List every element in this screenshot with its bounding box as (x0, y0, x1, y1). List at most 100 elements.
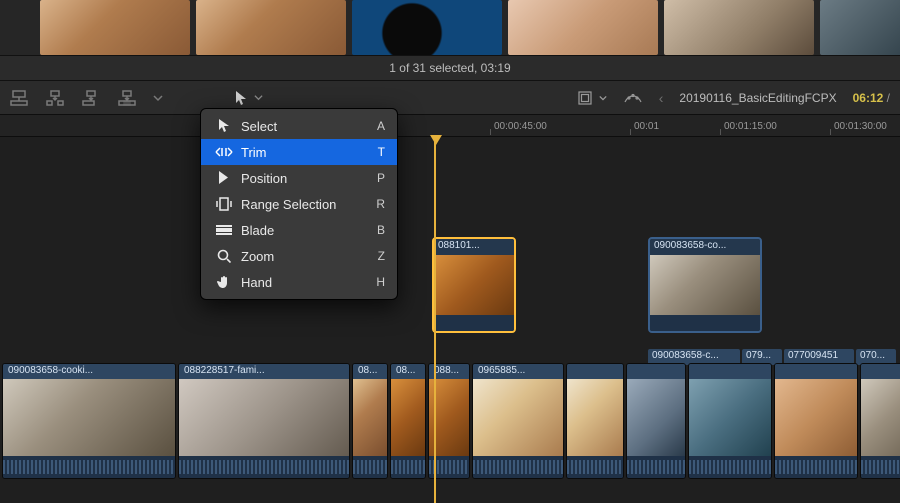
blade-icon (213, 225, 235, 235)
menu-item-shortcut: A (377, 119, 385, 133)
tool-selector-button[interactable] (234, 89, 263, 107)
clip-thumbnail (567, 379, 623, 456)
clip-thumbnail (689, 379, 771, 456)
menu-item-shortcut: R (376, 197, 385, 211)
tool-menu-item-position[interactable]: Position P (201, 165, 397, 191)
insert-clip-icon[interactable] (44, 87, 66, 109)
browser-clip-thumb[interactable] (820, 0, 900, 55)
append-clip-icon[interactable] (80, 87, 102, 109)
connect-clip-icon[interactable] (8, 87, 30, 109)
tool-menu-item-hand[interactable]: Hand H (201, 269, 397, 295)
chevron-down-icon[interactable] (152, 87, 164, 109)
connected-clip[interactable]: 088101... (432, 237, 516, 333)
browser-clip-thumb[interactable] (352, 0, 502, 55)
timeline-toolbar: ‹ 20190116_BasicEditingFCPX 06:12 / (0, 81, 900, 115)
clip-label: 088101... (434, 239, 514, 255)
clip-audio-strip (353, 456, 387, 478)
clip-thumbnail (775, 379, 857, 456)
menu-item-label: Zoom (241, 249, 378, 264)
menu-item-label: Range Selection (241, 197, 376, 212)
menu-item-shortcut: Z (378, 249, 385, 263)
clip-audio-strip (689, 456, 771, 478)
clip-label: 08... (353, 364, 387, 379)
menu-item-label: Select (241, 119, 377, 134)
tool-menu-item-range[interactable]: Range Selection R (201, 191, 397, 217)
storyline-clip[interactable]: 08... (390, 363, 426, 479)
app-root: 1 of 31 selected, 03:19 (0, 0, 900, 503)
tool-menu-item-blade[interactable]: Blade B (201, 217, 397, 243)
storyline-clip[interactable] (626, 363, 686, 479)
storyline-clip[interactable] (860, 363, 900, 479)
storyline-clip[interactable] (688, 363, 772, 479)
cursor-icon (213, 119, 235, 133)
tool-menu-popover: Select A Trim T Position P Range Selecti… (200, 108, 398, 300)
timeline-canvas[interactable]: 088101... 090083658-co... 090083658-c...… (0, 137, 900, 503)
timeline-ruler[interactable]: 00:00:45:00 00:01 00:01:15:00 00:01:30:0… (0, 115, 900, 137)
browser-clip-thumb[interactable] (40, 0, 190, 55)
clip-label (689, 364, 771, 379)
browser-clip-thumb[interactable] (196, 0, 346, 55)
clip-thumbnail (434, 255, 514, 315)
clip-thumbnail (353, 379, 387, 456)
browser-filmstrip[interactable] (0, 0, 900, 55)
range-icon (213, 197, 235, 211)
clip-label (861, 364, 900, 379)
selection-status-bar: 1 of 31 selected, 03:19 (0, 55, 900, 81)
storyline-clip[interactable]: 088228517-fami... (178, 363, 350, 479)
history-back-chevron-icon[interactable]: ‹ (659, 90, 664, 106)
menu-item-shortcut: H (376, 275, 385, 289)
index-button-icon[interactable] (577, 90, 607, 106)
position-icon (213, 171, 235, 185)
clip-thumbnail (429, 379, 469, 456)
browser-clip-thumb[interactable] (508, 0, 658, 55)
clip-audio-strip (775, 456, 857, 478)
connected-clip[interactable]: 090083658-co... (648, 237, 762, 333)
storyline-clip[interactable]: 0965885... (472, 363, 564, 479)
clip-audio-strip (861, 456, 900, 478)
clip-audio-strip (429, 456, 469, 478)
clip-audio-strip (3, 456, 175, 478)
menu-item-shortcut: B (377, 223, 385, 237)
clip-thumbnail (473, 379, 563, 456)
edit-mode-buttons (8, 87, 164, 109)
skimming-icon[interactable] (623, 91, 643, 105)
menu-item-label: Position (241, 171, 377, 186)
menu-item-label: Hand (241, 275, 376, 290)
tool-menu-item-zoom[interactable]: Zoom Z (201, 243, 397, 269)
clip-thumbnail (179, 379, 349, 456)
clip-label: 090083658-co... (650, 239, 760, 255)
storyline-clip[interactable] (774, 363, 858, 479)
toolbar-right-group: ‹ 20190116_BasicEditingFCPX 06:12 / (577, 81, 890, 114)
selection-status-text: 1 of 31 selected, 03:19 (389, 61, 510, 75)
storyline-clip[interactable]: 08... (352, 363, 388, 479)
clip-thumbnail (650, 255, 760, 315)
ruler-tick-label: 00:00:45:00 (494, 121, 547, 132)
menu-item-label: Blade (241, 223, 377, 238)
clip-audio-strip (650, 315, 760, 331)
clip-audio-strip (473, 456, 563, 478)
storyline-clip[interactable]: 090083658-cooki... (2, 363, 176, 479)
ruler-tick-label: 00:01:15:00 (724, 121, 777, 132)
overwrite-clip-icon[interactable] (116, 87, 138, 109)
clip-label: 088... (429, 364, 469, 379)
duration-separator: / (887, 91, 890, 105)
primary-storyline[interactable]: 090083658-cooki... 088228517-fami... 08.… (0, 363, 900, 479)
clip-audio-strip (627, 456, 685, 478)
tool-menu-item-select[interactable]: Select A (201, 113, 397, 139)
browser-clip-thumb[interactable] (664, 0, 814, 55)
zoom-icon (213, 249, 235, 263)
chevron-down-icon (254, 89, 263, 107)
connected-clips-lane: 088101... 090083658-co... (0, 237, 900, 337)
ruler-tick-label: 00:01:30:00 (834, 121, 887, 132)
hand-icon (213, 275, 235, 289)
clip-thumbnail (861, 379, 900, 456)
menu-item-shortcut: T (378, 145, 385, 159)
clip-audio-strip (567, 456, 623, 478)
tool-menu-item-trim[interactable]: Trim T (201, 139, 397, 165)
clip-label: 08... (391, 364, 425, 379)
storyline-clip[interactable] (566, 363, 624, 479)
project-title[interactable]: 20190116_BasicEditingFCPX (679, 91, 836, 105)
menu-item-label: Trim (241, 145, 378, 160)
menu-item-shortcut: P (377, 171, 385, 185)
storyline-clip[interactable]: 088... (428, 363, 470, 479)
